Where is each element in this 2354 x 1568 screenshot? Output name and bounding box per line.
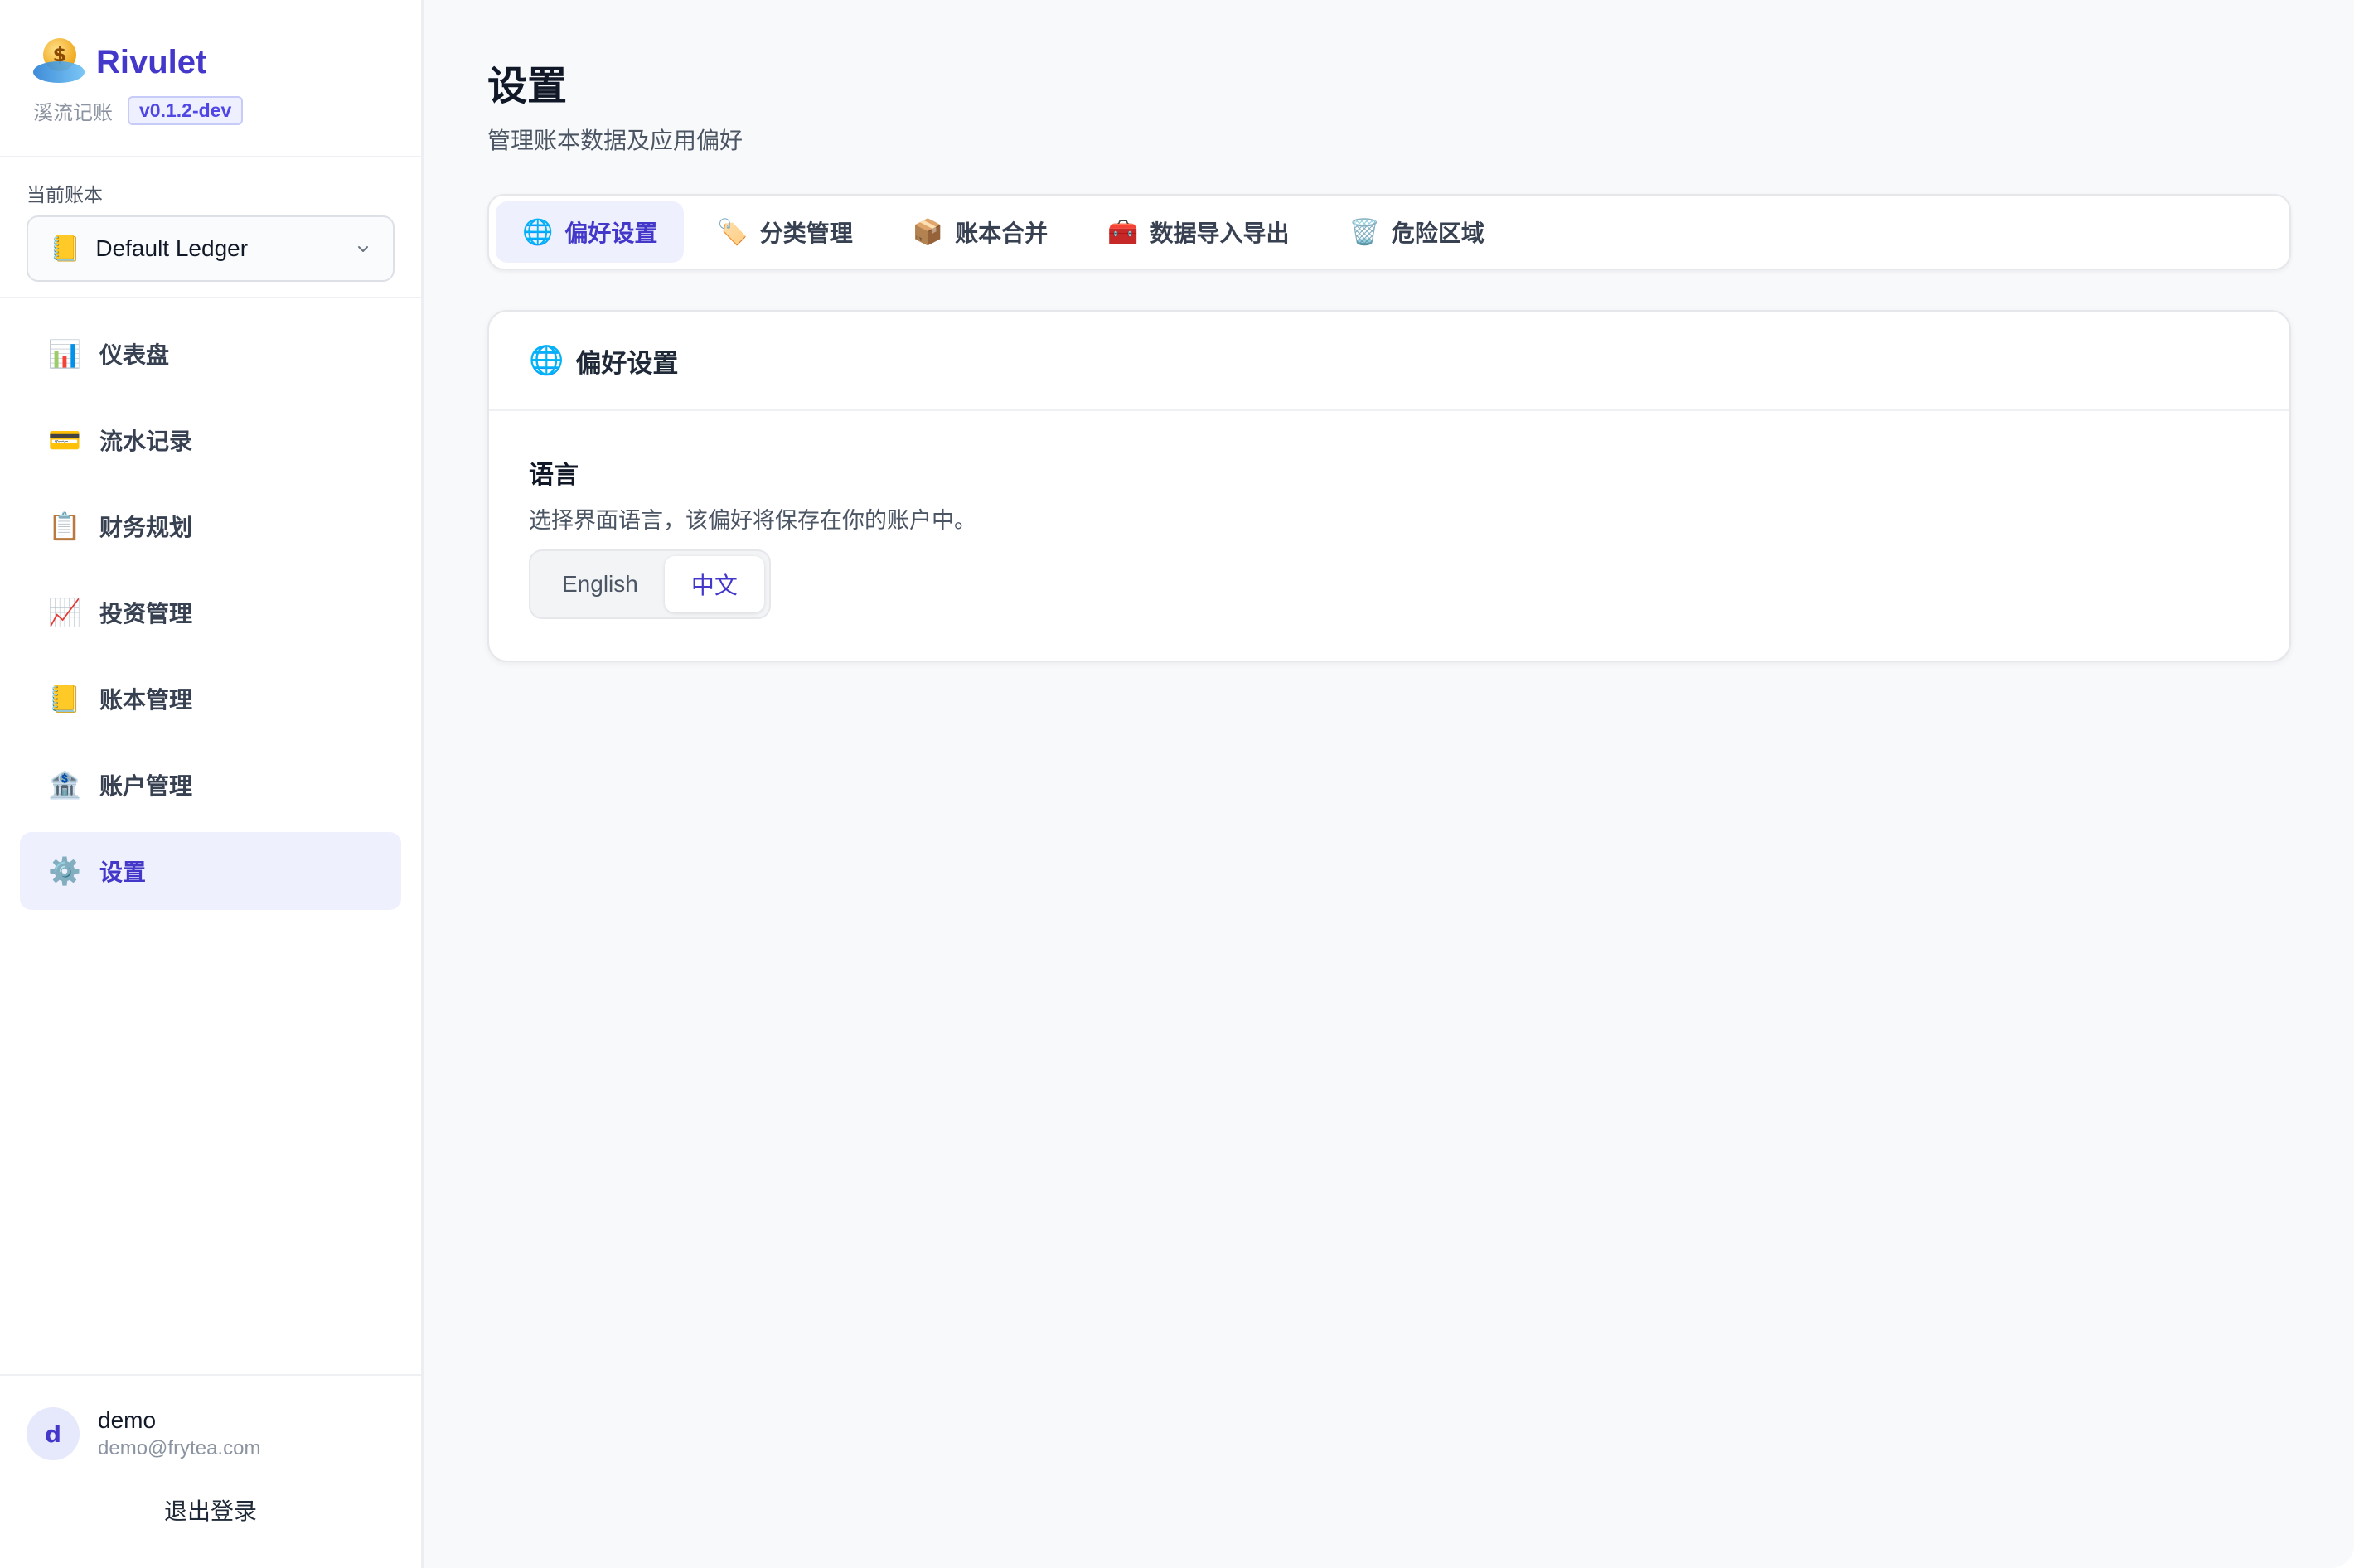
tab-categories[interactable]: 🏷️ 分类管理 bbox=[690, 201, 879, 263]
sidebar-item-label: 流水记录 bbox=[99, 428, 193, 455]
sidebar-item-label: 账户管理 bbox=[99, 772, 193, 800]
card-title: 偏好设置 bbox=[575, 348, 679, 379]
tab-import-export[interactable]: 🧰 数据导入导出 bbox=[1081, 201, 1315, 263]
ledger-switcher: 当前账本 📒 Default Ledger bbox=[0, 157, 421, 298]
language-toggle: English 中文 bbox=[529, 549, 771, 619]
avatar: d bbox=[27, 1407, 80, 1460]
version-badge: v0.1.2-dev bbox=[128, 96, 244, 125]
brand-row: $ Rivulet bbox=[33, 36, 390, 88]
tab-danger-zone[interactable]: 🗑️ 危险区域 bbox=[1323, 201, 1511, 263]
user-email: demo@frytea.com bbox=[98, 1437, 261, 1459]
language-description: 选择界面语言，该偏好将保存在你的账户中。 bbox=[529, 508, 976, 534]
preferences-card: 🌐 偏好设置 语言 选择界面语言，该偏好将保存在你的账户中。 English 中… bbox=[487, 310, 2291, 662]
language-title: 语言 bbox=[529, 461, 579, 490]
sidebar-item-label: 财务规划 bbox=[99, 514, 193, 541]
sidebar-item-settings[interactable]: ⚙️ 设置 bbox=[20, 832, 401, 910]
ledger-selected-name: Default Ledger bbox=[95, 235, 249, 261]
bank-icon: 🏦 bbox=[48, 769, 81, 801]
sidebar-item-label: 仪表盘 bbox=[99, 341, 170, 369]
toolbox-icon: 🧰 bbox=[1107, 217, 1139, 247]
brand-subtitle: 溪流记账 bbox=[33, 101, 113, 124]
sidebar-item-dashboard[interactable]: 📊 仪表盘 bbox=[20, 315, 401, 393]
sidebar-item-label: 投资管理 bbox=[99, 600, 193, 627]
language-option-english[interactable]: English bbox=[535, 556, 665, 612]
logout-button[interactable]: 退出登录 bbox=[27, 1493, 395, 1527]
sidebar-item-label: 设置 bbox=[99, 859, 147, 886]
tag-icon: 🏷️ bbox=[717, 217, 748, 247]
main-content: 设置 管理账本数据及应用偏好 🌐 偏好设置 🏷️ 分类管理 📦 账本合并 🧰 数… bbox=[424, 0, 2354, 1568]
bar-chart-icon: 📊 bbox=[48, 338, 81, 370]
tab-label: 账本合并 bbox=[955, 220, 1049, 247]
rivulet-logo-icon: $ bbox=[33, 36, 85, 88]
app-window: $ Rivulet 溪流记账 v0.1.2-dev 当前账本 📒 Default… bbox=[0, 0, 2354, 1568]
tab-preferences[interactable]: 🌐 偏好设置 bbox=[496, 201, 685, 263]
ledger-book-icon: 📒 bbox=[48, 683, 81, 714]
sidebar-item-planning[interactable]: 📋 财务规划 bbox=[20, 487, 401, 565]
globe-icon: 🌐 bbox=[529, 344, 564, 377]
sidebar-item-accounts[interactable]: 🏦 账户管理 bbox=[20, 746, 401, 824]
user-name: demo bbox=[98, 1407, 157, 1433]
sidebar-item-ledgers[interactable]: 📒 账本管理 bbox=[20, 660, 401, 738]
ledger-select[interactable]: 📒 Default Ledger bbox=[27, 215, 395, 282]
sidebar: $ Rivulet 溪流记账 v0.1.2-dev 当前账本 📒 Default… bbox=[0, 0, 424, 1568]
gear-icon: ⚙️ bbox=[48, 855, 81, 887]
user-info: demo demo@frytea.com bbox=[98, 1407, 260, 1460]
package-icon: 📦 bbox=[912, 217, 944, 247]
ledger-icon: 📒 bbox=[50, 234, 81, 264]
settings-tabs: 🌐 偏好设置 🏷️ 分类管理 📦 账本合并 🧰 数据导入导出 🗑️ 危险区域 bbox=[487, 194, 2291, 270]
brand-subline: 溪流记账 v0.1.2-dev bbox=[33, 96, 390, 125]
brand-name: Rivulet bbox=[96, 43, 207, 80]
trend-up-icon: 📈 bbox=[48, 597, 81, 628]
tab-label: 偏好设置 bbox=[564, 220, 658, 247]
tab-ledger-merge[interactable]: 📦 账本合并 bbox=[886, 201, 1074, 263]
credit-card-icon: 💳 bbox=[48, 424, 81, 456]
brand-header: $ Rivulet 溪流记账 v0.1.2-dev bbox=[0, 0, 421, 157]
ledger-label: 当前账本 bbox=[27, 185, 103, 206]
page-title: 设置 bbox=[487, 63, 568, 109]
clipboard-icon: 📋 bbox=[48, 511, 81, 542]
tab-label: 危险区域 bbox=[1391, 220, 1485, 247]
sidebar-item-label: 账本管理 bbox=[99, 686, 193, 714]
language-option-chinese[interactable]: 中文 bbox=[664, 556, 764, 612]
card-header: 🌐 偏好设置 bbox=[489, 312, 2289, 411]
chevron-down-icon bbox=[358, 246, 368, 252]
globe-icon: 🌐 bbox=[522, 217, 554, 247]
page-subtitle: 管理账本数据及应用偏好 bbox=[487, 127, 743, 154]
user-row: d demo demo@frytea.com bbox=[27, 1407, 395, 1460]
sidebar-nav: 📊 仪表盘 💳 流水记录 📋 财务规划 📈 投资管理 📒 账本管理 🏦 账户管理… bbox=[0, 298, 421, 1374]
sidebar-item-investments[interactable]: 📈 投资管理 bbox=[20, 573, 401, 651]
tab-label: 分类管理 bbox=[759, 220, 853, 247]
user-panel: d demo demo@frytea.com 退出登录 bbox=[0, 1374, 421, 1568]
trash-icon: 🗑️ bbox=[1349, 217, 1380, 247]
sidebar-item-transactions[interactable]: 💳 流水记录 bbox=[20, 401, 401, 479]
card-body: 语言 选择界面语言，该偏好将保存在你的账户中。 English 中文 bbox=[489, 411, 2289, 661]
tab-label: 数据导入导出 bbox=[1150, 220, 1290, 247]
